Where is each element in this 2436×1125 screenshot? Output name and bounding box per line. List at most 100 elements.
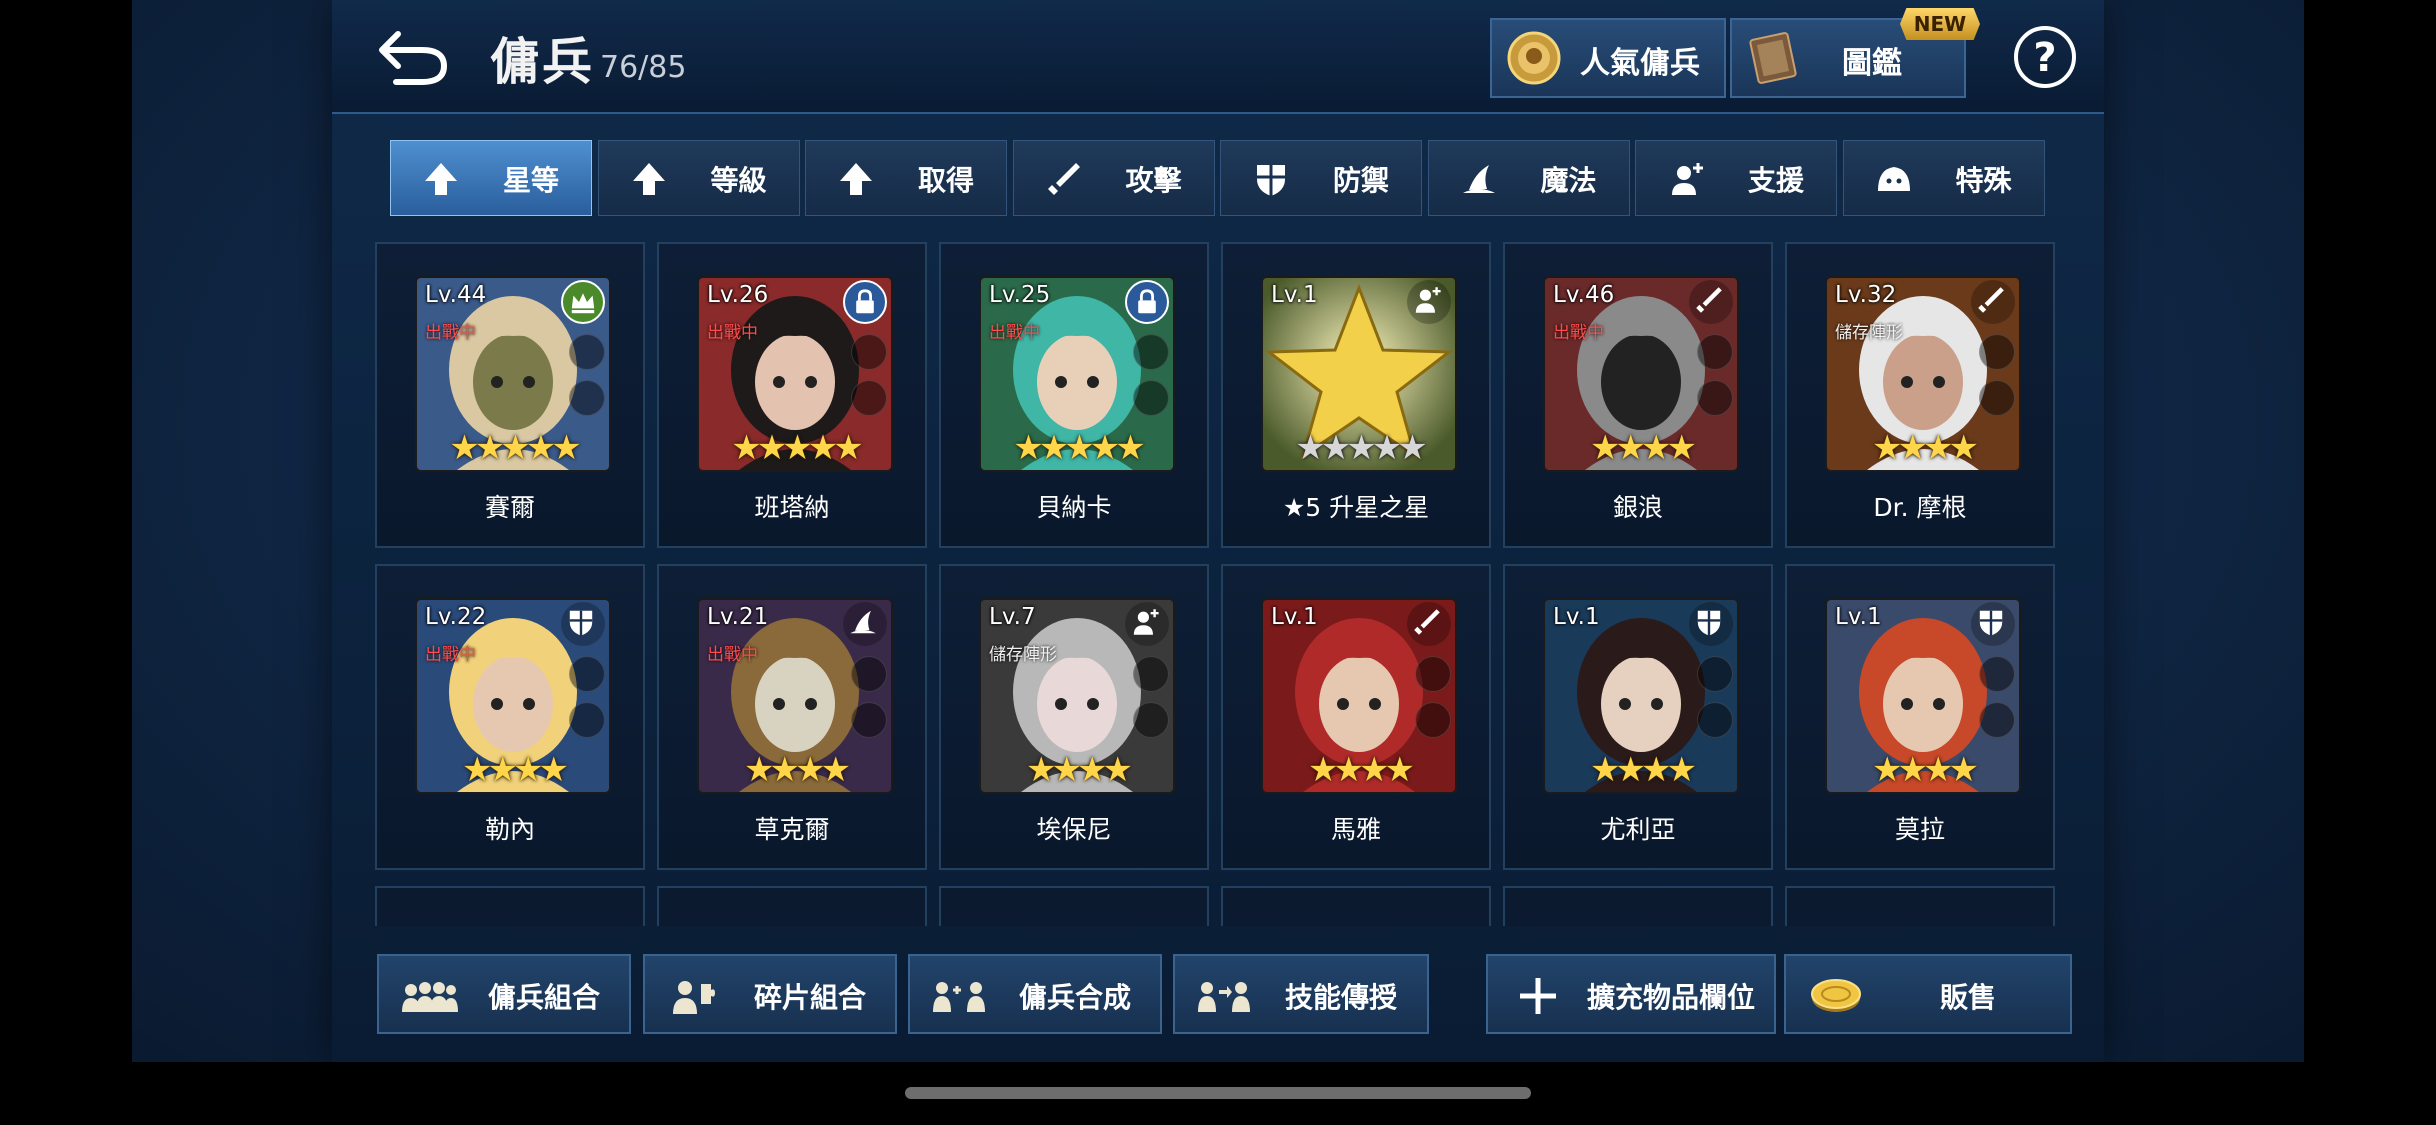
support-icon (1125, 602, 1169, 646)
mercenary-card[interactable]: Lv.1 ★★★★ 馬雅 (1221, 564, 1491, 870)
level-label: Lv.1 (1835, 604, 1882, 630)
filter-tab-2[interactable]: 取得 (805, 140, 1007, 216)
filter-tab-0[interactable]: 星等 (390, 140, 592, 216)
equipment-slots (1697, 656, 1733, 748)
wizard-hat-icon (843, 602, 887, 646)
puzzle-icon (665, 976, 725, 1016)
filter-tab-label: 取得 (917, 164, 974, 197)
bottom-action-button[interactable]: 傭兵合成 (908, 954, 1162, 1034)
shield-icon (1689, 602, 1733, 646)
equipment-slots (1133, 334, 1169, 426)
star-rating: ★★★★ (462, 750, 569, 790)
bottom-action-button[interactable]: 傭兵組合 (377, 954, 631, 1034)
mercenary-name: 班塔納 (754, 493, 830, 522)
equipment-slot (569, 656, 605, 692)
level-label: Lv.1 (1271, 604, 1318, 630)
mercenary-card[interactable]: Lv.7 儲存陣形 ★★★★ 埃保尼 (939, 564, 1209, 870)
filter-tab-label: 防禦 (1332, 164, 1389, 197)
equipment-slot (1979, 702, 2015, 738)
book-icon (1749, 32, 1797, 84)
shield-icon (1971, 602, 2015, 646)
equipment-slot (1415, 656, 1451, 692)
support-icon (1407, 280, 1451, 324)
mercenary-card-partial[interactable] (939, 886, 1209, 926)
deploy-status: 出戰中 (707, 323, 758, 343)
help-button[interactable]: ? (2014, 26, 2076, 88)
mercenary-card-partial[interactable] (1503, 886, 1773, 926)
mercenary-portrait: Lv.25 出戰中 ★★★★★ (979, 276, 1175, 472)
mercenary-portrait: Lv.1 ★★★★ (1543, 598, 1739, 794)
filter-tab-1[interactable]: 等級 (597, 140, 800, 216)
mercenary-card[interactable]: Lv.44 出戰中 ★★★★★ 賽爾 (375, 242, 645, 548)
mercenary-portrait: Lv.1 ★★★★★ (1261, 276, 1457, 472)
mercenary-portrait: Lv.46 出戰中 ★★★★ (1543, 276, 1739, 472)
filter-tab-label: 星等 (502, 164, 559, 197)
mercenary-card[interactable]: Lv.26 出戰中 ★★★★★ 班塔納 (657, 242, 927, 548)
filter-tab-3[interactable]: 攻擊 (1012, 140, 1215, 216)
equipment-slots (569, 334, 605, 426)
deploy-status: 儲存陣形 (989, 645, 1057, 665)
equipment-slot (1697, 656, 1733, 692)
equipment-slot (1697, 380, 1733, 416)
bottom-action-button[interactable]: 碎片組合 (643, 954, 897, 1034)
mercenary-card-partial[interactable] (1785, 886, 2055, 926)
mercenary-card[interactable]: Lv.1 ★★★★ 莫拉 (1785, 564, 2055, 870)
mercenary-name: Dr. 摩根 (1873, 493, 1967, 522)
mercenary-card[interactable]: Lv.1 ★★★★★ ★5 升星之星 (1221, 242, 1491, 548)
bottom-action-button[interactable]: 販售 (1784, 954, 2072, 1034)
equipment-slot (1697, 334, 1733, 370)
equipment-slot (569, 380, 605, 416)
filter-tab-7[interactable]: 特殊 (1842, 140, 2045, 216)
equipment-slot (569, 702, 605, 738)
popular-mercenary-button[interactable]: 人氣傭兵 (1490, 18, 1726, 98)
mercenary-card[interactable]: Lv.25 出戰中 ★★★★★ 貝納卡 (939, 242, 1209, 548)
filter-tab-4[interactable]: 防禦 (1220, 140, 1422, 216)
mercenary-card[interactable]: Lv.46 出戰中 ★★★★ 銀浪 (1503, 242, 1773, 548)
mercenary-card[interactable]: Lv.1 ★★★★ 尤利亞 (1503, 564, 1773, 870)
arrow-up-icon (421, 159, 461, 199)
equipment-slot (1133, 656, 1169, 692)
level-label: Lv.7 (989, 604, 1036, 630)
level-label: Lv.25 (989, 282, 1051, 308)
equipment-slot (1133, 380, 1169, 416)
equipment-slot (1133, 702, 1169, 738)
level-label: Lv.22 (425, 604, 487, 630)
equipment-slot (1697, 702, 1733, 738)
bottom-action-button[interactable]: 擴充物品欄位 (1486, 954, 1776, 1034)
back-button[interactable] (378, 24, 450, 88)
home-indicator (905, 1087, 1531, 1099)
filter-tab-label: 魔法 (1540, 164, 1597, 197)
equipment-slot (1133, 334, 1169, 370)
bottom-action-button[interactable]: 技能傳授 (1173, 954, 1429, 1034)
equipment-slots (1979, 334, 2015, 426)
deploy-status: 出戰中 (707, 645, 758, 665)
filter-tab-5[interactable]: 魔法 (1427, 140, 1630, 216)
equipment-slot (851, 380, 887, 416)
new-badge: NEW (1900, 8, 1980, 40)
equipment-slots (1133, 656, 1169, 748)
equipment-slots (1979, 656, 2015, 748)
group-icon (399, 976, 459, 1016)
mercenary-name: ★5 升星之星 (1282, 493, 1430, 522)
skill-transfer-icon (1195, 976, 1255, 1016)
equipment-slot (1415, 702, 1451, 738)
mercenary-card[interactable]: Lv.22 出戰中 ★★★★ 勒內 (375, 564, 645, 870)
mercenary-card-partial[interactable] (375, 886, 645, 926)
mercenary-card[interactable]: Lv.32 儲存陣形 ★★★★ Dr. 摩根 (1785, 242, 2055, 548)
mercenary-portrait: Lv.1 ★★★★ (1825, 598, 2021, 794)
lock-icon (843, 280, 887, 324)
star-rating: ★★★★★ (731, 428, 863, 468)
equipment-slots (569, 656, 605, 748)
mercenary-name: 草克爾 (754, 815, 830, 844)
level-label: Lv.44 (425, 282, 487, 308)
mercenary-portrait: Lv.1 ★★★★ (1261, 598, 1457, 794)
shield-icon (1251, 159, 1291, 199)
mercenary-card[interactable]: Lv.21 出戰中 ★★★★ 草克爾 (657, 564, 927, 870)
filter-tab-6[interactable]: 支援 (1635, 140, 1837, 216)
mercenary-card-partial[interactable] (1221, 886, 1491, 926)
mercenary-card-partial[interactable] (657, 886, 927, 926)
star-rating: ★★★★★ (1295, 428, 1427, 468)
lock-icon (1125, 280, 1169, 324)
crown-icon (561, 280, 605, 324)
mercenary-name: 貝納卡 (1036, 493, 1112, 522)
